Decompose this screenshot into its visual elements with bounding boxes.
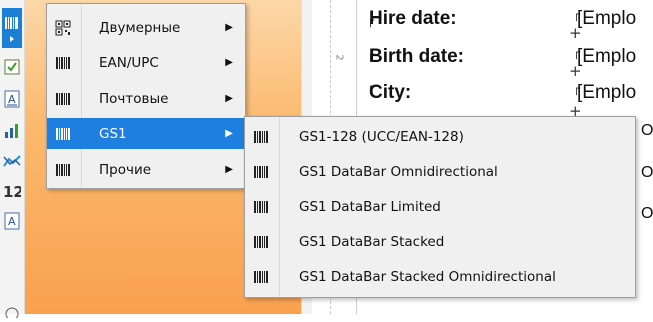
field-fragment: O	[641, 205, 653, 222]
toolbox-strip: A 12 A	[0, 0, 25, 318]
bar-chart-icon	[5, 124, 18, 138]
field-label-city[interactable]: City:	[369, 82, 411, 104]
field-fragment: O	[641, 122, 653, 139]
menu-item-gs1-databar-stacked[interactable]: GS1 DataBar Stacked	[245, 226, 635, 257]
menu-item-other[interactable]: Прочие ▶	[47, 154, 245, 185]
barcode-icon	[51, 53, 75, 73]
toolbox-chart-button[interactable]	[2, 120, 22, 142]
menu-item-label: Прочие	[99, 161, 152, 178]
number-icon: 12	[3, 183, 21, 199]
barcode-icon	[5, 17, 18, 42]
submenu-arrow-icon: ▶	[225, 164, 233, 175]
toolbox-number-button[interactable]: 12	[2, 180, 22, 202]
barcode-icon	[51, 160, 75, 180]
field-label-birth-date[interactable]: Birth date:	[369, 46, 464, 68]
text-icon: A	[4, 212, 20, 230]
menu-item-label: GS1 DataBar Limited	[299, 198, 441, 215]
text-box-icon: A	[4, 90, 20, 108]
menu-item-gs1-128[interactable]: GS1-128 (UCC/EAN-128)	[245, 121, 635, 152]
field-value-birth-date[interactable]: [Emplo	[577, 46, 636, 68]
field-value-city[interactable]: [Emplo	[577, 82, 636, 104]
menu-item-gs1[interactable]: GS1 ▶	[47, 118, 245, 149]
barcode-icon	[249, 267, 273, 287]
submenu-arrow-icon: ▶	[225, 93, 233, 104]
menu-item-gs1-databar-limited[interactable]: GS1 DataBar Limited	[245, 191, 635, 222]
barcode-icon	[51, 124, 75, 144]
menu-item-gs1-databar-omnidirectional[interactable]: GS1 DataBar Omnidirectional	[245, 156, 635, 187]
field-fragment: O	[641, 164, 653, 181]
menu-item-label: Почтовые	[99, 90, 169, 107]
menu-item-label: GS1 DataBar Omnidirectional	[299, 163, 498, 180]
menu-item-gs1-databar-stacked-omnidirectional[interactable]: GS1 DataBar Stacked Omnidirectional	[245, 261, 635, 292]
submenu-arrow-icon: ▶	[225, 22, 233, 33]
field-value-hire-date[interactable]: [Emplo	[577, 8, 636, 30]
svg-text:12: 12	[3, 183, 21, 199]
svg-text:A: A	[8, 93, 16, 106]
submenu-arrow-icon: ▶	[225, 128, 233, 139]
toolbox-gauge-button[interactable]	[2, 300, 22, 322]
toolbox-sparkline-button[interactable]	[2, 150, 22, 172]
barcode-icon	[249, 197, 273, 217]
gauge-icon	[5, 307, 19, 318]
menu-item-ean-upc[interactable]: EAN/UPC ▶	[47, 47, 245, 78]
toolbox-textbox-button[interactable]: A	[2, 88, 22, 110]
barcode-icon	[51, 89, 75, 109]
gs1-submenu: GS1-128 (UCC/EAN-128) GS1 DataBar Omnidi…	[244, 116, 636, 298]
field-label-hire-date[interactable]: Hire date:	[369, 8, 457, 30]
toolbox-barcode-button[interactable]	[2, 8, 22, 48]
toolbox-checkbox-button[interactable]	[2, 56, 22, 78]
svg-text:A: A	[8, 215, 16, 228]
sparkline-icon	[3, 155, 21, 167]
menu-item-2d[interactable]: Двумерные ▶	[47, 12, 245, 43]
barcode-icon	[249, 127, 273, 147]
menu-item-label: GS1-128 (UCC/EAN-128)	[299, 128, 464, 145]
menu-item-label: GS1 DataBar Stacked Omnidirectional	[299, 268, 556, 285]
menu-item-label: Двумерные	[99, 19, 181, 36]
toolbox-text-button[interactable]: A	[2, 210, 22, 232]
submenu-arrow-icon: ▶	[225, 57, 233, 68]
ruler-mark: 2	[333, 54, 345, 61]
checkbox-icon	[4, 59, 20, 75]
qr-code-icon	[51, 18, 75, 38]
menu-item-postal[interactable]: Почтовые ▶	[47, 83, 245, 114]
menu-item-label: GS1	[99, 125, 127, 142]
menu-item-label: EAN/UPC	[99, 54, 159, 71]
barcode-icon	[249, 162, 273, 182]
barcode-icon	[249, 232, 273, 252]
barcode-category-menu: Двумерные ▶ EAN/UPC ▶ Почтовые ▶ GS1 ▶ П…	[46, 3, 246, 189]
menu-item-label: GS1 DataBar Stacked	[299, 233, 445, 250]
